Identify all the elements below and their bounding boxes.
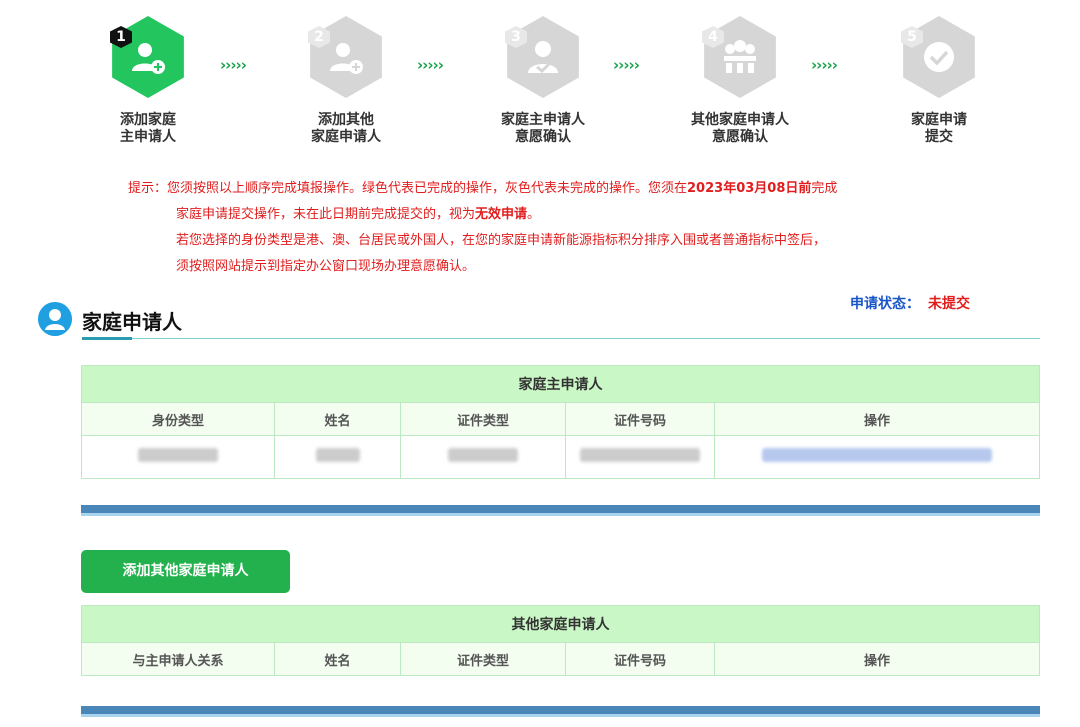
step-1: 1 添加家庭 主申请人 — [78, 16, 218, 146]
step-label: 其他家庭申请人 意愿确认 — [691, 112, 789, 145]
redacted-cell — [565, 435, 715, 479]
step-arrow: ››››› — [417, 56, 444, 74]
add-user-icon — [132, 43, 165, 74]
col-header: 姓名 — [274, 402, 401, 436]
section-title: 家庭申请人 — [82, 310, 182, 334]
notice-line-2: 家庭申请提交操作，未在此日期前完成提交的，视为无效申请。 — [176, 207, 541, 222]
redacted-action-links[interactable] — [714, 435, 1040, 479]
progress-steps: 1 添加家庭 主申请人 ››››› 2 添加其他 家庭申请人 ››››› 3 家… — [0, 0, 1080, 165]
col-header: 姓名 — [274, 642, 401, 676]
table-caption: 其他家庭申请人 — [81, 605, 1040, 643]
section-bar — [81, 505, 1040, 516]
other-applicants-table: 其他家庭申请人 与主申请人关系 姓名 证件类型 证件号码 操作 — [81, 605, 1040, 676]
step-2-badge: 2 — [307, 16, 385, 98]
col-header: 操作 — [714, 402, 1040, 436]
step-arrow: ››››› — [613, 56, 640, 74]
step-2: 2 添加其他 家庭申请人 — [276, 16, 416, 146]
col-header: 证件号码 — [565, 402, 715, 436]
notice-text: 提示：您须按照以上顺序完成填报操作。绿色代表已完成的操作，灰色代表未完成的操作。… — [128, 176, 1008, 280]
user-check-icon — [528, 41, 558, 74]
application-status: 申请状态： 未提交 — [850, 296, 970, 312]
step-1-badge: 1 — [109, 16, 187, 98]
section-header: 家庭申请人 申请状态： 未提交 — [38, 296, 1040, 342]
step-label: 家庭主申请人 意愿确认 — [501, 112, 585, 145]
table-row — [81, 435, 1040, 479]
step-arrow: ››››› — [811, 56, 838, 74]
check-circle-icon — [924, 42, 954, 72]
main-applicant-table: 家庭主申请人 身份类型 姓名 证件类型 证件号码 操作 — [81, 365, 1040, 479]
step-5-badge: 5 — [900, 16, 978, 98]
col-header: 证件号码 — [565, 642, 715, 676]
notice-line-1: 提示：您须按照以上顺序完成填报操作。绿色代表已完成的操作，灰色代表未完成的操作。… — [128, 181, 838, 196]
section-divider — [82, 338, 1040, 339]
step-5: 5 家庭申请 提交 — [869, 16, 1009, 146]
step-3-badge: 3 — [504, 16, 582, 98]
status-value: 未提交 — [928, 296, 970, 312]
deadline-date: 2023年03月08日前 — [687, 181, 812, 196]
col-header: 证件类型 — [400, 402, 566, 436]
step-label: 添加其他 家庭申请人 — [311, 112, 381, 145]
table-caption: 家庭主申请人 — [81, 365, 1040, 403]
add-other-applicant-button[interactable]: 添加其他家庭申请人 — [81, 550, 290, 593]
step-arrow: ››››› — [220, 56, 247, 74]
redacted-cell — [81, 435, 275, 479]
user-avatar-icon — [38, 302, 72, 336]
col-header: 操作 — [714, 642, 1040, 676]
group-icon — [724, 40, 756, 73]
add-user-icon — [330, 43, 363, 74]
col-header: 身份类型 — [81, 402, 275, 436]
notice-line-3: 若您选择的身份类型是港、澳、台居民或外国人，在您的家庭申请新能源指标积分排序入围… — [176, 233, 827, 248]
step-3: 3 家庭主申请人 意愿确认 — [473, 16, 613, 146]
step-label: 添加家庭 主申请人 — [120, 112, 176, 145]
step-4-badge: 4 — [701, 16, 779, 98]
section-bar — [81, 706, 1040, 717]
invalid-warning: 无效申请 — [475, 207, 528, 222]
section-divider-accent — [82, 337, 132, 340]
redacted-cell — [274, 435, 401, 479]
col-header: 与主申请人关系 — [81, 642, 275, 676]
step-4: 4 其他家庭申请人 意愿确认 — [670, 16, 810, 146]
col-header: 证件类型 — [400, 642, 566, 676]
redacted-cell — [400, 435, 566, 479]
notice-line-4: 须按照网站提示到指定办公窗口现场办理意愿确认。 — [176, 259, 476, 274]
step-label: 家庭申请 提交 — [911, 112, 967, 145]
